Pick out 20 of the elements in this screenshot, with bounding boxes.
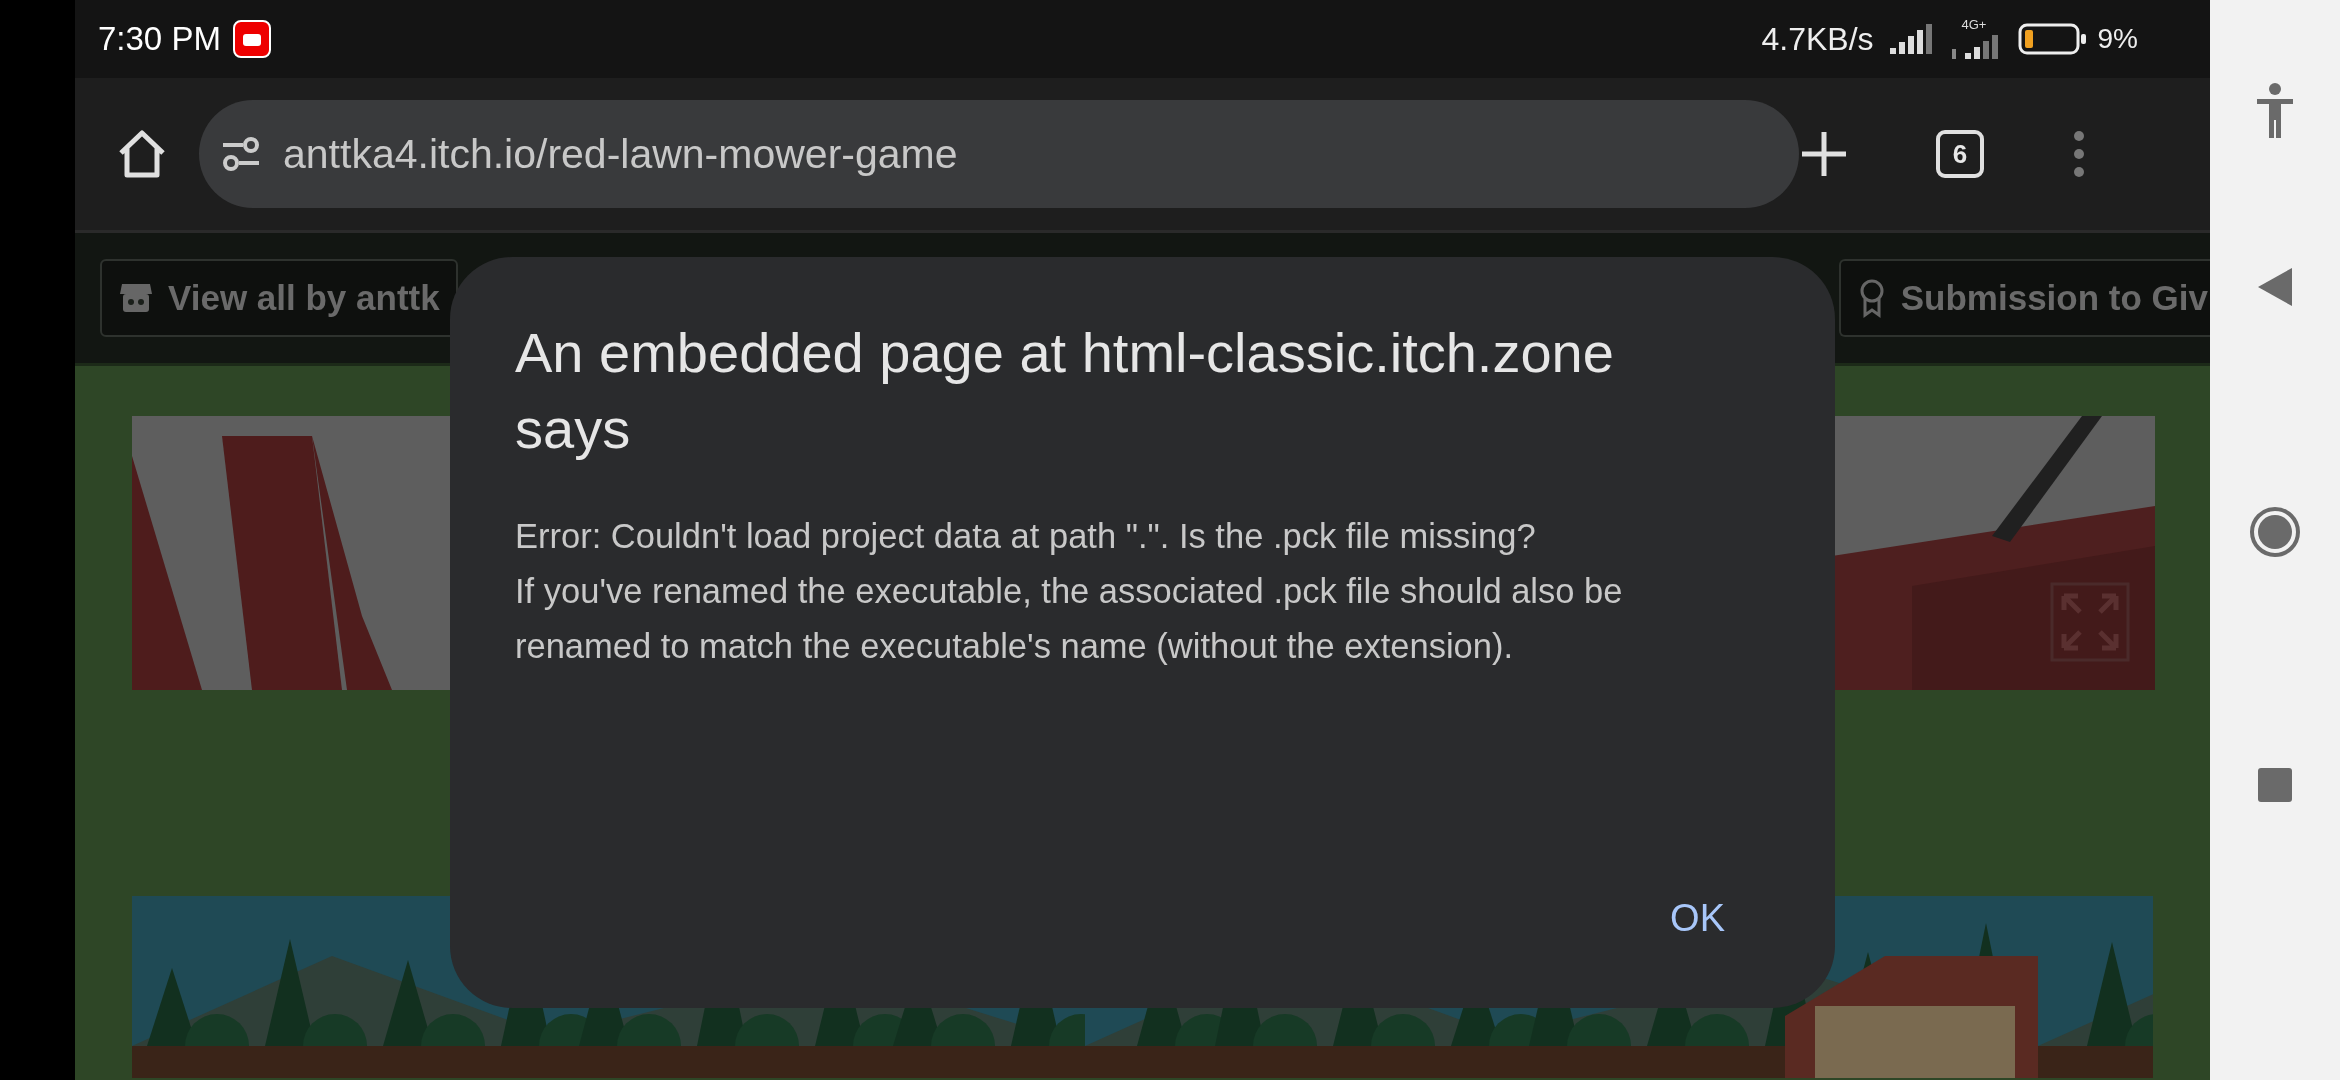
video-app-icon bbox=[232, 20, 271, 58]
header-button[interactable]: Submission to Giv bbox=[1838, 259, 2210, 337]
new-tab-icon[interactable] bbox=[1799, 129, 1849, 179]
home-button-icon[interactable] bbox=[2249, 506, 2301, 558]
menu-icon[interactable] bbox=[2072, 129, 2086, 179]
header-button[interactable]: View all by anttk bbox=[100, 259, 458, 337]
address-bar[interactable]: anttka4.itch.io/red-lawn-mower-game bbox=[199, 100, 1799, 208]
accessibility-icon[interactable] bbox=[2255, 82, 2295, 140]
battery-percent: 9% bbox=[2097, 23, 2138, 55]
back-icon[interactable] bbox=[2258, 268, 2292, 306]
dialog-title: An embedded page at html-classic.itch.zone says bbox=[515, 320, 1615, 462]
clock: 7:30 PM bbox=[98, 20, 221, 58]
network-speed: 4.7KB/s bbox=[1761, 20, 1874, 58]
tab-count-button[interactable]: 6 bbox=[1936, 130, 1984, 178]
url-text: anttka4.itch.io/red-lawn-mower-game bbox=[283, 130, 958, 178]
network-type: 4G+ bbox=[1961, 17, 1987, 31]
battery-icon bbox=[2017, 22, 2088, 56]
signal-icon bbox=[1887, 22, 1934, 56]
site-settings-icon[interactable] bbox=[221, 136, 261, 172]
dialog-message: Error: Couldn't load project data at path ".". Is the .pck file missing? If you've renamed the executable, the associated .pck file should also be renamed to match the executable's name (without the extension). bbox=[515, 516, 1624, 667]
